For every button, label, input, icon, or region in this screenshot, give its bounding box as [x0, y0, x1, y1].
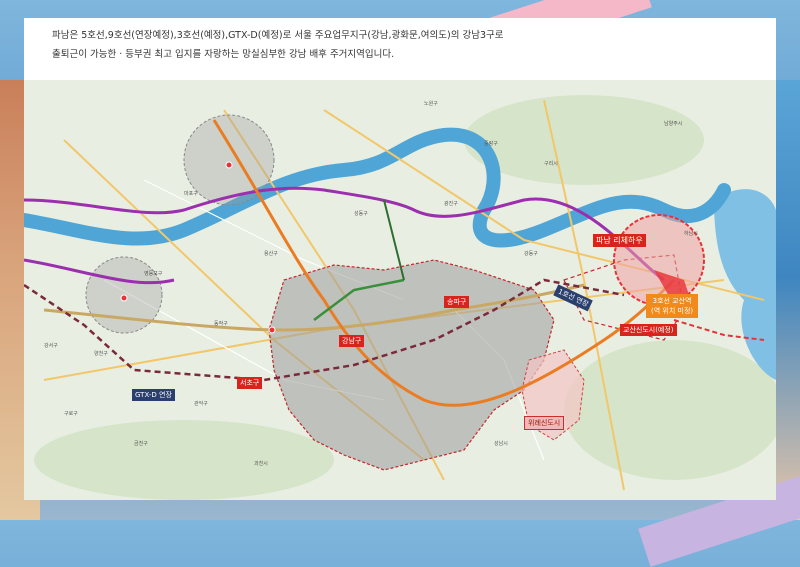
- label-songpa: 송파구: [444, 296, 470, 308]
- place-label: 성동구: [354, 211, 368, 217]
- label-hanam-gyosan: 교산신도시(예정): [620, 324, 677, 336]
- label-gangnam: 강남구: [339, 335, 365, 347]
- place-label: 과천시: [254, 461, 268, 467]
- place-label: 금천구: [134, 441, 148, 447]
- description-line-1: 파남은 5호선,9호선(연장예정),3호선(예정),GTX-D(예정)로 서울 …: [52, 30, 504, 41]
- station-callout-line-2: (역 위치 미정): [651, 307, 694, 315]
- station-dot: [120, 294, 128, 302]
- place-label: 강동구: [524, 251, 538, 257]
- place-label: 구로구: [64, 411, 78, 417]
- label-wirye: 위례신도시: [524, 416, 565, 430]
- place-label: 남양주시: [664, 121, 683, 127]
- content-panel: 파남은 5호선,9호선(연장예정),3호선(예정),GTX-D(예정)로 서울 …: [24, 18, 776, 500]
- place-label: 노원구: [424, 101, 438, 107]
- label-gtx: GTX-D 연장: [132, 389, 175, 401]
- location-map: 파남 리체하우 서초구 강남구 송파구 교산신도시(예정) 위례신도시 GTX-…: [24, 80, 776, 500]
- place-label: 구리시: [544, 161, 558, 167]
- place-label: 성남시: [494, 441, 508, 447]
- description-line-2: 출퇴근이 가능한 · 등부권 최고 입지를 자랑하는 망실심부한 강남 배후 주…: [52, 49, 395, 60]
- place-label: 관악구: [194, 401, 208, 407]
- highlight-label: 파남 리체하우: [593, 234, 646, 247]
- terrain-patch: [564, 340, 776, 480]
- place-label: 양천구: [94, 351, 108, 357]
- terrain-patch: [34, 420, 334, 500]
- station-dot: [268, 326, 276, 334]
- place-label: 동작구: [214, 321, 228, 327]
- highlight-circle: [613, 214, 705, 306]
- place-label: 용산구: [264, 251, 278, 257]
- place-label: 영등포구: [144, 271, 163, 277]
- station-callout: 3호선 교산역 (역 위치 미정): [646, 294, 699, 318]
- place-label: 하남시: [684, 231, 698, 237]
- station-callout-line-1: 3호선 교산역: [652, 297, 692, 305]
- label-seocho: 서초구: [237, 377, 263, 389]
- place-label: 광진구: [444, 201, 458, 207]
- map-canvas: [24, 80, 776, 500]
- description-text: 파남은 5호선,9호선(연장예정),3호선(예정),GTX-D(예정)로 서울 …: [52, 26, 752, 64]
- place-label: 강서구: [44, 343, 58, 349]
- place-label: 마포구: [184, 191, 198, 197]
- station-dot: [225, 161, 233, 169]
- place-label: 중랑구: [484, 141, 498, 147]
